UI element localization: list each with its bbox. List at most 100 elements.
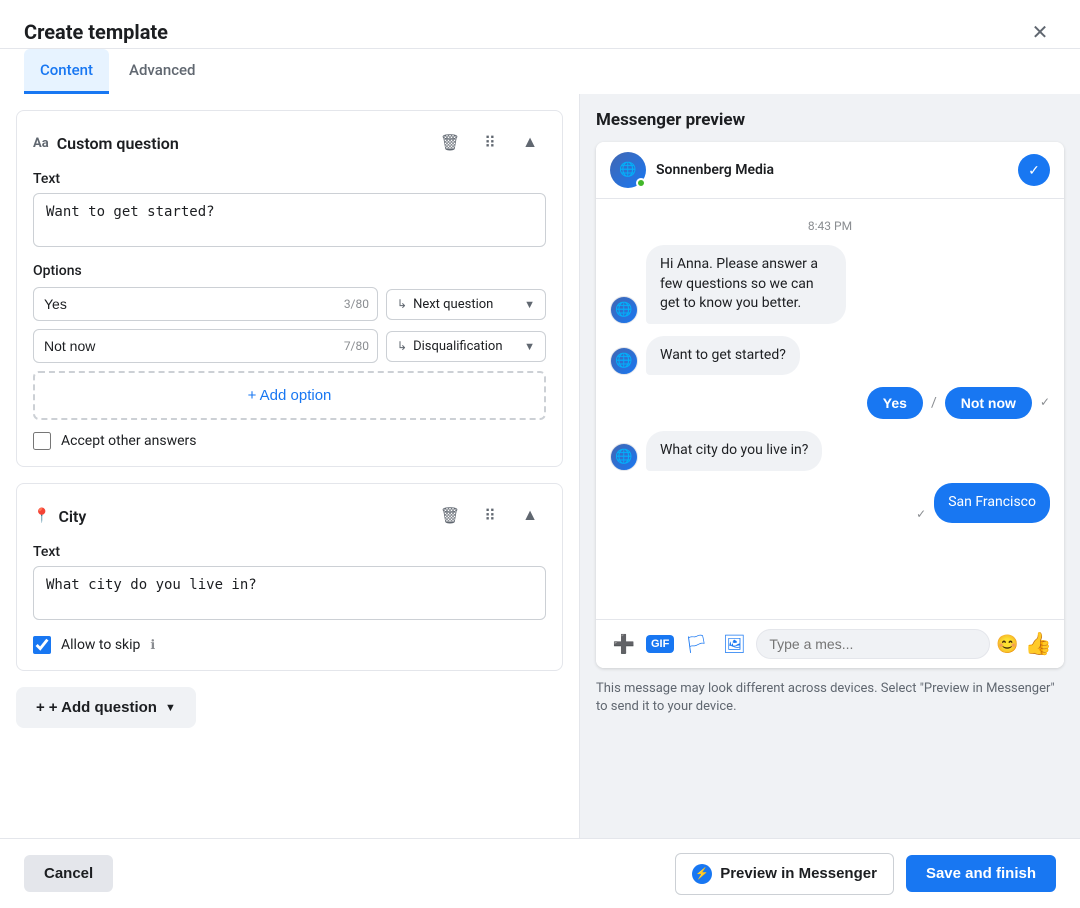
- trash-icon-2: 🗑: [440, 506, 460, 526]
- route-chevron-icon: ▼: [524, 298, 535, 311]
- chat-area: 8:43 PM 🌐 Hi Anna. Please answer a few q…: [596, 199, 1064, 619]
- allow-skip-info-icon[interactable]: ℹ: [150, 638, 155, 653]
- city-card-header: 📍 City 🗑 ⠿ ▲: [33, 500, 546, 532]
- messenger-action-button[interactable]: ✓: [1018, 154, 1050, 186]
- add-attachment-button[interactable]: ➕: [608, 628, 640, 660]
- option-input-yes[interactable]: [34, 288, 344, 320]
- messenger-window: 🌐 Sonnenberg Media ✓ 8:43 PM 🌐 Hi An: [596, 142, 1064, 668]
- globe-icon-2: 🌐: [615, 353, 632, 369]
- page-avatar: 🌐: [610, 152, 646, 188]
- city-card-title: City: [58, 507, 426, 526]
- chevron-up-icon-2: ▲: [522, 507, 538, 525]
- close-button[interactable]: ✕: [1024, 16, 1056, 48]
- city-text-label: Text: [33, 544, 546, 560]
- tab-bar: Content Advanced: [0, 49, 1080, 94]
- photo-icon: 🖼: [723, 634, 746, 655]
- messenger-input-bar: ➕ GIF 🏳 🖼 😊 👍: [596, 619, 1064, 668]
- quick-reply-notnow[interactable]: Not now: [945, 387, 1032, 419]
- allow-skip-row: Allow to skip ℹ: [33, 636, 546, 654]
- option-input-wrapper-notnow: 7/80: [33, 329, 378, 363]
- drag-icon-2: ⠿: [484, 506, 496, 526]
- preview-note: This message may look different across d…: [596, 680, 1064, 716]
- messenger-action-icon: ✓: [1028, 162, 1040, 179]
- option-row-yes: 3/80 ↳ Next question ▼: [33, 287, 546, 321]
- messenger-header: 🌐 Sonnenberg Media ✓: [596, 142, 1064, 199]
- photo-button[interactable]: 🖼: [718, 628, 750, 660]
- emoji-icon: 😊: [996, 634, 1018, 654]
- collapse-card-button[interactable]: ▲: [514, 127, 546, 159]
- page-name: Sonnenberg Media: [656, 162, 1008, 178]
- modal-title: Create template: [24, 20, 168, 44]
- custom-question-card: Aa Custom question 🗑 ⠿ ▲ Text Want to ge…: [16, 110, 563, 467]
- plus-icon: +: [36, 699, 45, 716]
- add-question-button[interactable]: + + Add question ▼: [16, 687, 196, 728]
- collapse-city-card-button[interactable]: ▲: [514, 500, 546, 532]
- message-input[interactable]: [756, 629, 990, 659]
- quick-reply-yes[interactable]: Yes: [867, 387, 923, 419]
- route-arrow-icon-2: ↳: [397, 339, 407, 353]
- accept-other-label: Accept other answers: [61, 433, 197, 449]
- preview-in-messenger-button[interactable]: ⚡ Preview in Messenger: [675, 853, 894, 895]
- drag-icon: ⠿: [484, 133, 496, 153]
- allow-skip-checkbox[interactable]: [33, 636, 51, 654]
- route-selector-notnow[interactable]: ↳ Disqualification ▼: [386, 331, 546, 362]
- footer: Cancel ⚡ Preview in Messenger Save and f…: [0, 838, 1080, 908]
- bot-bubble-intro: Hi Anna. Please answer a few questions s…: [646, 245, 846, 324]
- cancel-button[interactable]: Cancel: [24, 855, 113, 892]
- route-selector-yes[interactable]: ↳ Next question ▼: [386, 289, 546, 320]
- card-actions: 🗑 ⠿ ▲: [434, 127, 546, 159]
- option-row-notnow: 7/80 ↳ Disqualification ▼: [33, 329, 546, 363]
- location-pin-icon: 📍: [33, 508, 50, 524]
- left-panel: Aa Custom question 🗑 ⠿ ▲ Text Want to ge…: [0, 94, 580, 902]
- tab-advanced[interactable]: Advanced: [113, 49, 211, 94]
- sticker-button[interactable]: 🏳: [680, 628, 712, 660]
- accept-other-row: Accept other answers: [33, 432, 546, 450]
- route-text-yes: Next question: [413, 297, 518, 312]
- gif-button[interactable]: GIF: [646, 635, 674, 653]
- messenger-icon: ⚡: [692, 864, 712, 884]
- accept-other-checkbox[interactable]: [33, 432, 51, 450]
- option-char-notnow: 7/80: [344, 339, 377, 353]
- card-header: Aa Custom question 🗑 ⠿ ▲: [33, 127, 546, 159]
- text-label: Text: [33, 171, 546, 187]
- chat-row-answer: San Francisco ✓: [610, 483, 1050, 523]
- online-indicator: [636, 178, 646, 188]
- drag-city-card-button[interactable]: ⠿: [474, 500, 506, 532]
- save-and-finish-button[interactable]: Save and finish: [906, 855, 1056, 892]
- sent-icon-1: ✓: [1040, 395, 1050, 409]
- sent-icon-2: ✓: [916, 507, 926, 521]
- globe-icon-1: 🌐: [615, 302, 632, 318]
- route-text-notnow: Disqualification: [413, 339, 518, 354]
- add-option-button[interactable]: + Add option: [33, 371, 546, 420]
- modal-header: Create template ✕: [0, 0, 1080, 49]
- user-bubble-sf: San Francisco: [934, 483, 1050, 523]
- drag-card-button[interactable]: ⠿: [474, 127, 506, 159]
- add-question-chevron-icon: ▼: [165, 702, 176, 714]
- chat-row-q1: 🌐 Want to get started?: [610, 336, 1050, 376]
- city-card: 📍 City 🗑 ⠿ ▲ Text What city do you live …: [16, 483, 563, 671]
- globe-icon-3: 🌐: [615, 449, 632, 465]
- thumbs-up-icon: 👍: [1025, 631, 1052, 656]
- route-arrow-icon: ↳: [397, 297, 407, 311]
- footer-right: ⚡ Preview in Messenger Save and finish: [675, 853, 1056, 895]
- preview-title: Messenger preview: [596, 110, 1064, 130]
- emoji-button[interactable]: 😊: [996, 634, 1018, 655]
- chat-row-q2: 🌐 What city do you live in?: [610, 431, 1050, 471]
- like-button[interactable]: 👍: [1025, 631, 1052, 657]
- tab-content[interactable]: Content: [24, 49, 109, 94]
- plus-circle-icon: ➕: [613, 634, 635, 655]
- chevron-up-icon: ▲: [522, 134, 538, 152]
- delete-card-button[interactable]: 🗑: [434, 127, 466, 159]
- question-text-input[interactable]: Want to get started?: [33, 193, 546, 247]
- card-title: Custom question: [57, 134, 426, 153]
- bot-avatar-2: 🌐: [610, 347, 638, 375]
- main-layout: Aa Custom question 🗑 ⠿ ▲ Text Want to ge…: [0, 94, 1080, 902]
- quick-replies-row: Yes / Not now ✓: [610, 387, 1050, 419]
- delete-city-card-button[interactable]: 🗑: [434, 500, 466, 532]
- city-text-input[interactable]: What city do you live in?: [33, 566, 546, 620]
- option-char-yes: 3/80: [344, 297, 377, 311]
- quick-reply-separator: /: [931, 395, 937, 411]
- aa-icon: Aa: [33, 136, 49, 151]
- option-input-notnow[interactable]: [34, 330, 344, 362]
- route-chevron-icon-2: ▼: [524, 340, 535, 353]
